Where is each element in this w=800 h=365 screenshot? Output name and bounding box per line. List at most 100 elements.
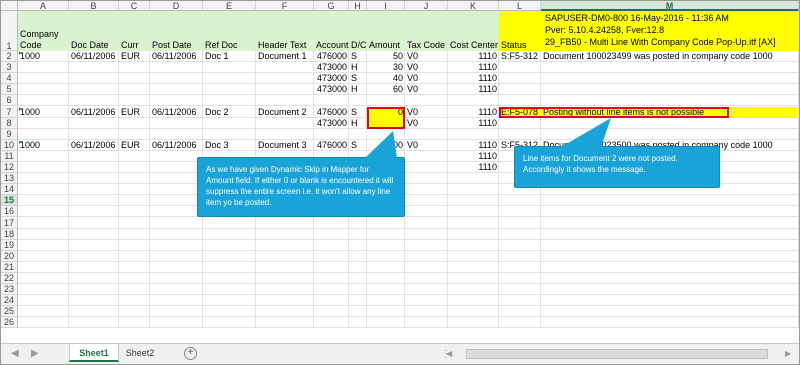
- row-header-11[interactable]: 11: [1, 150, 18, 162]
- prev-sheet-icon[interactable]: ◀: [11, 348, 19, 359]
- tab-sheet1[interactable]: Sheet1: [69, 344, 119, 362]
- cell-tax[interactable]: V0: [405, 62, 448, 72]
- cell-dc[interactable]: H: [349, 84, 367, 94]
- cell-company[interactable]: 1000: [18, 140, 69, 150]
- cell-cost-center[interactable]: 1110: [448, 51, 499, 61]
- cell-tax[interactable]: V0: [405, 51, 448, 61]
- cell-amount[interactable]: 50: [367, 51, 405, 61]
- cell-message[interactable]: Document 100023499 was posted in company…: [541, 51, 799, 61]
- cell-dc[interactable]: S: [349, 140, 367, 150]
- row-header-19[interactable]: 19: [1, 239, 18, 251]
- cell-header-text[interactable]: Document 2: [256, 107, 314, 117]
- cell-amount[interactable]: 60: [367, 84, 405, 94]
- scroll-right-icon[interactable]: ▶: [785, 349, 791, 358]
- column-header-c[interactable]: C: [119, 1, 150, 11]
- cell-cost-center[interactable]: 1110: [448, 84, 499, 94]
- cell-curr[interactable]: EUR: [119, 51, 150, 61]
- select-all-corner[interactable]: [1, 1, 18, 11]
- row-header-13[interactable]: 13: [1, 173, 18, 185]
- cell-cost-center[interactable]: 1110: [448, 118, 499, 128]
- cell-cost-center[interactable]: 1110: [448, 62, 499, 72]
- horizontal-scrollbar[interactable]: [466, 349, 768, 359]
- row-header-12[interactable]: 12: [1, 162, 18, 174]
- column-header-b[interactable]: B: [69, 1, 119, 11]
- row-header-9[interactable]: 9: [1, 128, 18, 140]
- cell-post-date[interactable]: 06/11/2006: [150, 107, 203, 117]
- cell-account[interactable]: 473000: [314, 62, 349, 72]
- next-sheet-icon[interactable]: ▶: [31, 348, 39, 359]
- row-header-20[interactable]: 20: [1, 250, 18, 262]
- cell-header-text[interactable]: Document 3: [256, 140, 314, 150]
- cell-dc[interactable]: H: [349, 62, 367, 72]
- scroll-left-icon[interactable]: ◀: [446, 349, 452, 358]
- row-header-6[interactable]: 6: [1, 95, 18, 107]
- cell-tax[interactable]: V0: [405, 73, 448, 83]
- cell-account[interactable]: 476000: [314, 140, 349, 150]
- cell-account[interactable]: 473000: [314, 84, 349, 94]
- cell-header-text[interactable]: Document 1: [256, 51, 314, 61]
- column-header-e[interactable]: E: [203, 1, 256, 11]
- row-header-2[interactable]: 2: [1, 51, 18, 63]
- cell-cost-center[interactable]: 1110: [448, 73, 499, 83]
- cell-curr[interactable]: EUR: [119, 140, 150, 150]
- row-header-26[interactable]: 26: [1, 317, 18, 329]
- column-header-a[interactable]: A: [18, 1, 69, 11]
- row-header-17[interactable]: 17: [1, 217, 18, 229]
- cell-amount[interactable]: 8000: [367, 140, 405, 150]
- column-header-j[interactable]: J: [405, 1, 448, 11]
- column-header-h[interactable]: H: [349, 1, 367, 11]
- cell-cost-center[interactable]: 1110: [448, 107, 499, 117]
- cell-dc[interactable]: S: [349, 107, 367, 117]
- column-header-m[interactable]: M: [541, 1, 799, 11]
- cell-tax[interactable]: V0: [405, 84, 448, 94]
- column-header-k[interactable]: K: [448, 1, 499, 11]
- cell-amount[interactable]: 40: [367, 73, 405, 83]
- row-header-7[interactable]: 7: [1, 106, 18, 118]
- cell-amount[interactable]: 30: [367, 62, 405, 72]
- column-header-d[interactable]: D: [150, 1, 203, 11]
- column-header-i[interactable]: I: [367, 1, 405, 11]
- cell-doc-date[interactable]: 06/11/2006: [69, 140, 119, 150]
- cell-ref-doc[interactable]: Doc 2: [203, 107, 256, 117]
- cell-company[interactable]: 1000: [18, 107, 69, 117]
- cell-account[interactable]: 476000: [314, 51, 349, 61]
- cell-cost-center[interactable]: 1110: [448, 162, 499, 172]
- cell-post-date[interactable]: 06/11/2006: [150, 140, 203, 150]
- column-header-g[interactable]: G: [314, 1, 349, 11]
- row-header-15[interactable]: 15: [1, 195, 18, 207]
- cell-account[interactable]: 476000: [314, 107, 349, 117]
- row-header-10[interactable]: 10: [1, 139, 18, 151]
- cell-cost-center[interactable]: 1110: [448, 140, 499, 150]
- add-sheet-icon[interactable]: +: [184, 347, 197, 360]
- cell-cost-center[interactable]: 1110: [448, 151, 499, 161]
- cell-dc[interactable]: S: [349, 51, 367, 61]
- row-header-5[interactable]: 5: [1, 84, 18, 96]
- row-header-3[interactable]: 3: [1, 62, 18, 74]
- cell-doc-date[interactable]: 06/11/2006: [69, 107, 119, 117]
- row-header-24[interactable]: 24: [1, 295, 18, 307]
- row-header-22[interactable]: 22: [1, 273, 18, 285]
- row-header-23[interactable]: 23: [1, 284, 18, 296]
- cell-ref-doc[interactable]: Doc 1: [203, 51, 256, 61]
- row-header-21[interactable]: 21: [1, 261, 18, 273]
- row-header-8[interactable]: 8: [1, 117, 18, 129]
- cell-tax[interactable]: V0: [405, 140, 448, 150]
- cell-company[interactable]: 1000: [18, 51, 69, 61]
- cell-dc[interactable]: S: [349, 73, 367, 83]
- cell-doc-date[interactable]: 06/11/2006: [69, 51, 119, 61]
- cell-post-date[interactable]: 06/11/2006: [150, 51, 203, 61]
- cell-curr[interactable]: EUR: [119, 107, 150, 117]
- row-header-14[interactable]: 14: [1, 184, 18, 196]
- row-header-4[interactable]: 4: [1, 73, 18, 85]
- column-header-l[interactable]: L: [499, 1, 541, 11]
- tab-sheet2[interactable]: Sheet2: [119, 344, 161, 362]
- cell-ref-doc[interactable]: Doc 3: [203, 140, 256, 150]
- cell-status[interactable]: S:F5-312: [499, 51, 541, 61]
- row-header-25[interactable]: 25: [1, 306, 18, 318]
- cell-tax[interactable]: V0: [405, 118, 448, 128]
- cell-tax[interactable]: V0: [405, 107, 448, 117]
- row-header-16[interactable]: 16: [1, 206, 18, 218]
- cell-account[interactable]: 473000: [314, 118, 349, 128]
- column-header-f[interactable]: F: [256, 1, 314, 11]
- cell-dc[interactable]: H: [349, 118, 367, 128]
